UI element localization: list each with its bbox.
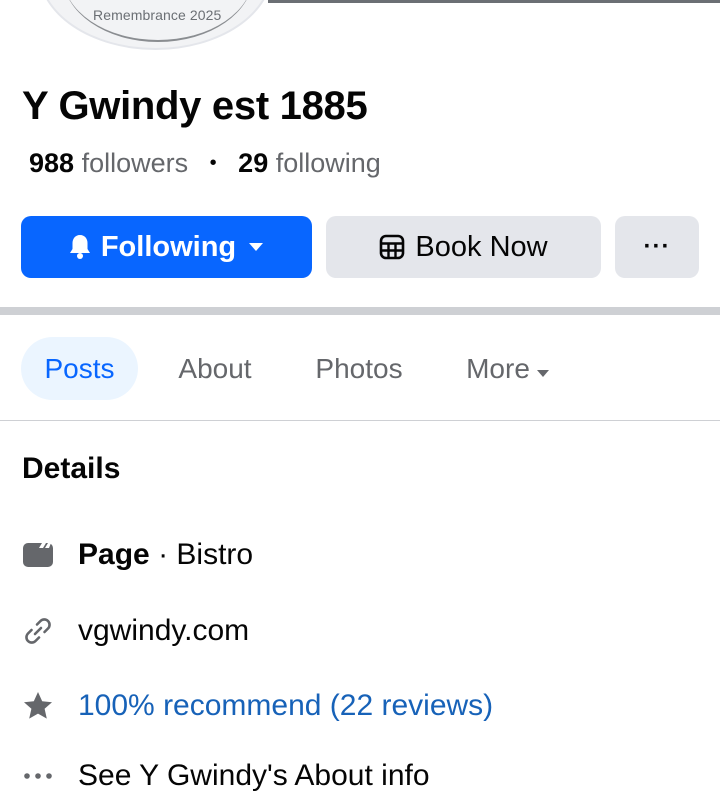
page-type-text: Page · Bistro [78,538,253,572]
page-title: Y Gwindy est 1885 [22,84,368,128]
bell-icon [69,234,91,260]
page-flag-icon [21,538,55,572]
about-info-link[interactable]: See Y Gwindy's About info [78,759,430,793]
cover-photo-edge [268,0,720,3]
following-label[interactable]: following [276,148,381,178]
details-heading: Details [22,452,121,485]
detail-row-recommend[interactable]: 100% recommend (22 reviews) [0,684,720,728]
page-category: · Bistro [158,538,254,571]
followers-label[interactable]: followers [82,148,189,178]
book-now-button[interactable]: Book Now [326,216,601,278]
more-options-button[interactable]: ··· [615,216,699,278]
star-icon [21,689,55,723]
tabs-divider [0,420,720,421]
link-icon [21,614,55,648]
book-now-label: Book Now [415,230,548,263]
detail-row-website[interactable]: vgwindy.com [0,609,720,653]
website-link[interactable]: vgwindy.com [78,614,249,648]
following-button[interactable]: Following [21,216,312,278]
section-divider [0,307,720,315]
follow-stats: 988 followers • 29 following [29,148,381,179]
caret-down-icon [248,242,264,252]
tab-about[interactable]: About [160,337,270,400]
tab-more[interactable]: More [448,337,568,400]
more-dots-icon [21,759,55,793]
calendar-grid-icon [379,234,405,260]
followers-count[interactable]: 988 [29,148,74,178]
more-dots-icon: ··· [643,233,671,260]
detail-row-about[interactable]: See Y Gwindy's About info [0,754,720,798]
page-type-label: Page [78,538,150,571]
tab-photos[interactable]: Photos [297,337,421,400]
profile-tabs: Posts About Photos More [0,337,720,401]
stats-separator: • [209,152,217,174]
detail-row-page-type: Page · Bistro [0,533,720,577]
tab-posts[interactable]: Posts [21,337,138,400]
recommend-link[interactable]: 100% recommend (22 reviews) [78,689,493,723]
following-button-label: Following [100,230,237,263]
profile-picture-caption: Remembrance 2025 [93,7,222,23]
caret-down-icon [536,353,550,385]
profile-page: Remembrance 2025 Y Gwindy est 1885 988 f… [0,0,720,808]
profile-picture[interactable]: Remembrance 2025 [38,0,273,50]
following-count[interactable]: 29 [238,148,268,178]
tab-more-label: More [466,352,530,384]
